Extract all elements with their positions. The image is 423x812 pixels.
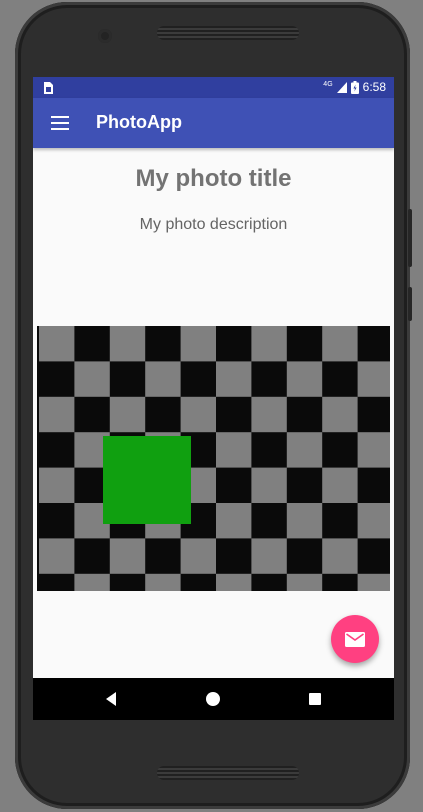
checker-square	[251, 326, 287, 362]
navigation-bar	[33, 678, 394, 720]
checker-square	[74, 361, 110, 397]
checker-square	[180, 396, 216, 433]
menu-button[interactable]	[41, 104, 79, 142]
checker-square	[357, 432, 390, 468]
app-title: PhotoApp	[96, 112, 182, 132]
checker-square	[286, 503, 323, 539]
checker-square	[322, 326, 358, 362]
checker-square	[109, 326, 146, 362]
checker-square	[322, 538, 358, 574]
checker-square	[39, 538, 75, 574]
home-button[interactable]	[201, 687, 225, 711]
device-screen: 4G 6:58 PhotoApp My photo title My photo…	[33, 77, 394, 720]
checker-square	[145, 573, 181, 591]
checker-square	[251, 396, 287, 433]
checker-square	[180, 326, 216, 362]
checker-square	[39, 467, 75, 503]
checker-square	[216, 503, 252, 539]
front-camera	[98, 29, 112, 43]
checker-square	[109, 396, 146, 433]
checker-square	[286, 361, 323, 397]
home-icon	[206, 692, 220, 706]
checker-square	[322, 467, 358, 503]
photo-description: My photo description	[139, 216, 288, 233]
clock: 6:58	[362, 80, 386, 94]
top-speaker	[157, 26, 299, 40]
checker-square	[180, 538, 216, 574]
network-type: 4G	[323, 80, 333, 88]
back-icon	[106, 692, 116, 706]
green-square	[103, 436, 191, 524]
checker-square	[251, 467, 287, 503]
checker-square	[357, 573, 390, 591]
photo-title: My photo title	[135, 165, 292, 192]
checker-square	[216, 432, 252, 468]
checker-square	[39, 396, 75, 433]
mail-icon	[345, 631, 365, 647]
checker-square	[145, 361, 181, 397]
power-button	[408, 209, 412, 267]
photo-image	[37, 326, 390, 591]
status-indicators: 4G 6:58	[323, 80, 386, 94]
checker-square	[216, 573, 252, 591]
battery-icon	[350, 80, 359, 94]
checker-square	[216, 361, 252, 397]
checker-square	[357, 503, 390, 539]
email-fab-button[interactable]	[331, 615, 379, 663]
phone-frame: 4G 6:58 PhotoApp My photo title My photo…	[15, 2, 412, 809]
bottom-speaker	[157, 766, 299, 780]
checker-square	[74, 573, 110, 591]
checker-square	[322, 396, 358, 433]
sim-card-icon	[44, 82, 53, 94]
checker-square	[286, 573, 323, 591]
checker-square	[109, 538, 146, 574]
checker-square	[251, 538, 287, 574]
back-button[interactable]	[99, 687, 123, 711]
status-bar: 4G 6:58	[33, 77, 394, 98]
checker-square	[39, 326, 75, 362]
app-bar: PhotoApp	[33, 98, 394, 148]
checker-square	[357, 361, 390, 397]
recents-icon	[309, 693, 321, 705]
menu-icon	[51, 116, 69, 130]
volume-button	[408, 287, 412, 321]
signal-icon	[336, 81, 347, 93]
recents-button[interactable]	[303, 687, 327, 711]
checker-square	[286, 432, 323, 468]
